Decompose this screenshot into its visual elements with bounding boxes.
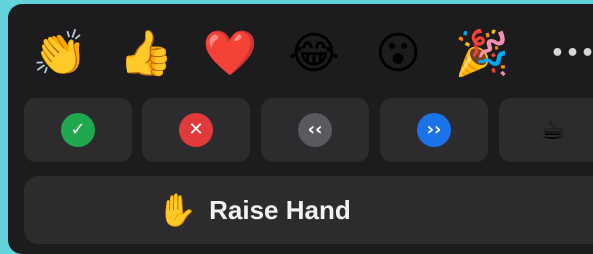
fast-forward-icon: ›› [417, 113, 451, 147]
heart-icon[interactable]: ❤️ [200, 26, 260, 82]
surprised-face-icon[interactable]: 😮 [368, 26, 428, 82]
check-icon: ✓ [61, 113, 95, 147]
raise-hand-label: Raise Hand [209, 194, 351, 225]
raise-hand-button[interactable]: ✋ Raise Hand [24, 176, 593, 244]
tears-of-joy-icon[interactable]: 😂 [284, 26, 344, 82]
reactions-panel: 👏 👍 ❤️ 😂 😮 🎉 ••• ✓ ✕ ‹‹ ›› ☕ ✋ Raise Han… [8, 4, 593, 254]
party-popper-icon[interactable]: 🎉 [452, 26, 512, 82]
coffee-break-button[interactable]: ☕ [499, 98, 593, 162]
raised-hand-icon: ✋ [157, 191, 198, 229]
clapping-hands-icon[interactable]: 👏 [30, 26, 90, 82]
go-slower-button[interactable]: ‹‹ [261, 98, 369, 162]
emoji-reaction-row: 👏 👍 ❤️ 😂 😮 🎉 ••• [8, 4, 593, 98]
nonverbal-feedback-row: ✓ ✕ ‹‹ ›› ☕ [8, 98, 593, 168]
rewind-icon: ‹‹ [298, 113, 332, 147]
no-button[interactable]: ✕ [142, 98, 250, 162]
more-reactions-icon[interactable]: ••• [550, 28, 593, 78]
yes-button[interactable]: ✓ [24, 98, 132, 162]
close-icon: ✕ [179, 113, 213, 147]
coffee-cup-icon: ☕ [540, 113, 566, 146]
thumbs-up-icon[interactable]: 👍 [116, 26, 176, 82]
go-faster-button[interactable]: ›› [380, 98, 488, 162]
